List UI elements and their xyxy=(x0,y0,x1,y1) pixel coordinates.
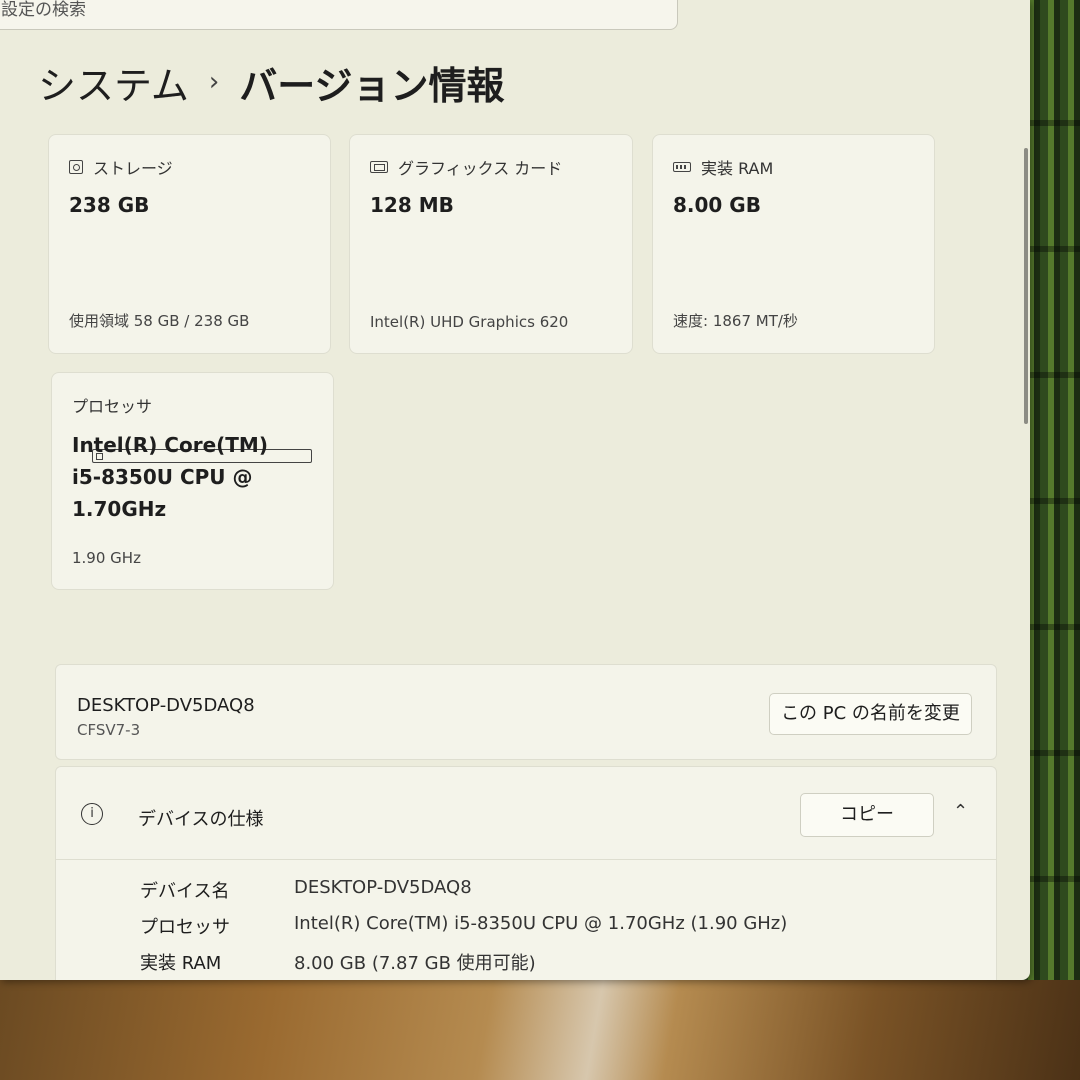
ram-value: 8.00 GB xyxy=(673,193,761,217)
spec-label-ram: 実装 RAM xyxy=(140,953,222,974)
ram-label: 実装 RAM xyxy=(701,159,774,178)
breadcrumb-parent[interactable]: システム xyxy=(38,55,189,110)
processor-label: プロセッサ xyxy=(72,397,153,416)
graphics-card-name: Intel(R) UHD Graphics 620 xyxy=(370,313,569,331)
pc-model: CFSV7-3 xyxy=(77,721,141,739)
graphics-card-label: グラフィックス カード xyxy=(398,159,563,178)
device-spec-header[interactable]: i デバイスの仕様 コピー ⌃ xyxy=(56,767,996,860)
device-spec-title: デバイスの仕様 xyxy=(138,809,264,830)
info-icon: i xyxy=(81,803,103,825)
processor-tile: プロセッサ Intel(R) Core(TM) i5-8350U CPU @ 1… xyxy=(51,372,334,590)
storage-icon xyxy=(69,160,83,174)
pc-name: DESKTOP-DV5DAQ8 xyxy=(77,695,255,716)
storage-label: ストレージ xyxy=(93,159,173,178)
ram-icon xyxy=(673,162,691,172)
chevron-right-icon: › xyxy=(208,67,220,97)
scrollbar[interactable] xyxy=(1024,148,1028,424)
graphics-card-icon xyxy=(370,161,388,173)
rename-pc-button[interactable]: この PC の名前を変更 xyxy=(769,693,972,735)
storage-value: 238 GB xyxy=(69,193,150,217)
copy-button[interactable]: コピー xyxy=(800,793,934,837)
settings-window: 設定の検索 システム › バージョン情報 ストレージ 238 GB 使用領域 5… xyxy=(0,0,1030,980)
ram-speed: 速度: 1867 MT/秒 xyxy=(673,312,798,330)
chevron-up-icon[interactable]: ⌃ xyxy=(953,801,968,822)
storage-tile: ストレージ 238 GB 使用領域 58 GB / 238 GB xyxy=(48,134,331,354)
device-spec-panel: i デバイスの仕様 コピー ⌃ デバイス名 DESKTOP-DV5DAQ8 プロ… xyxy=(55,766,997,980)
search-input[interactable]: 設定の検索 xyxy=(0,0,678,30)
page-title: バージョン情報 xyxy=(239,63,505,108)
graphics-card-value: 128 MB xyxy=(370,193,454,217)
desktop-wallpaper-path xyxy=(0,980,1080,1080)
spec-label-device-name: デバイス名 xyxy=(140,881,230,902)
spec-label-processor: プロセッサ xyxy=(140,917,230,938)
pc-name-panel: DESKTOP-DV5DAQ8 CFSV7-3 この PC の名前を変更 xyxy=(55,664,997,760)
spec-value-device-name: DESKTOP-DV5DAQ8 xyxy=(294,877,472,898)
spec-value-ram: 8.00 GB (7.87 GB 使用可能) xyxy=(294,953,536,974)
breadcrumb: システム › バージョン情報 xyxy=(38,52,505,112)
processor-value: Intel(R) Core(TM) i5-8350U CPU @ 1.70GHz xyxy=(72,433,268,521)
graphics-card-tile: グラフィックス カード 128 MB Intel(R) UHD Graphics… xyxy=(349,134,633,354)
spec-value-processor: Intel(R) Core(TM) i5-8350U CPU @ 1.70GHz… xyxy=(294,913,788,934)
ram-tile: 実装 RAM 8.00 GB 速度: 1867 MT/秒 xyxy=(652,134,935,354)
processor-speed: 1.90 GHz xyxy=(72,549,141,567)
storage-usage: 使用領域 58 GB / 238 GB xyxy=(69,312,250,330)
